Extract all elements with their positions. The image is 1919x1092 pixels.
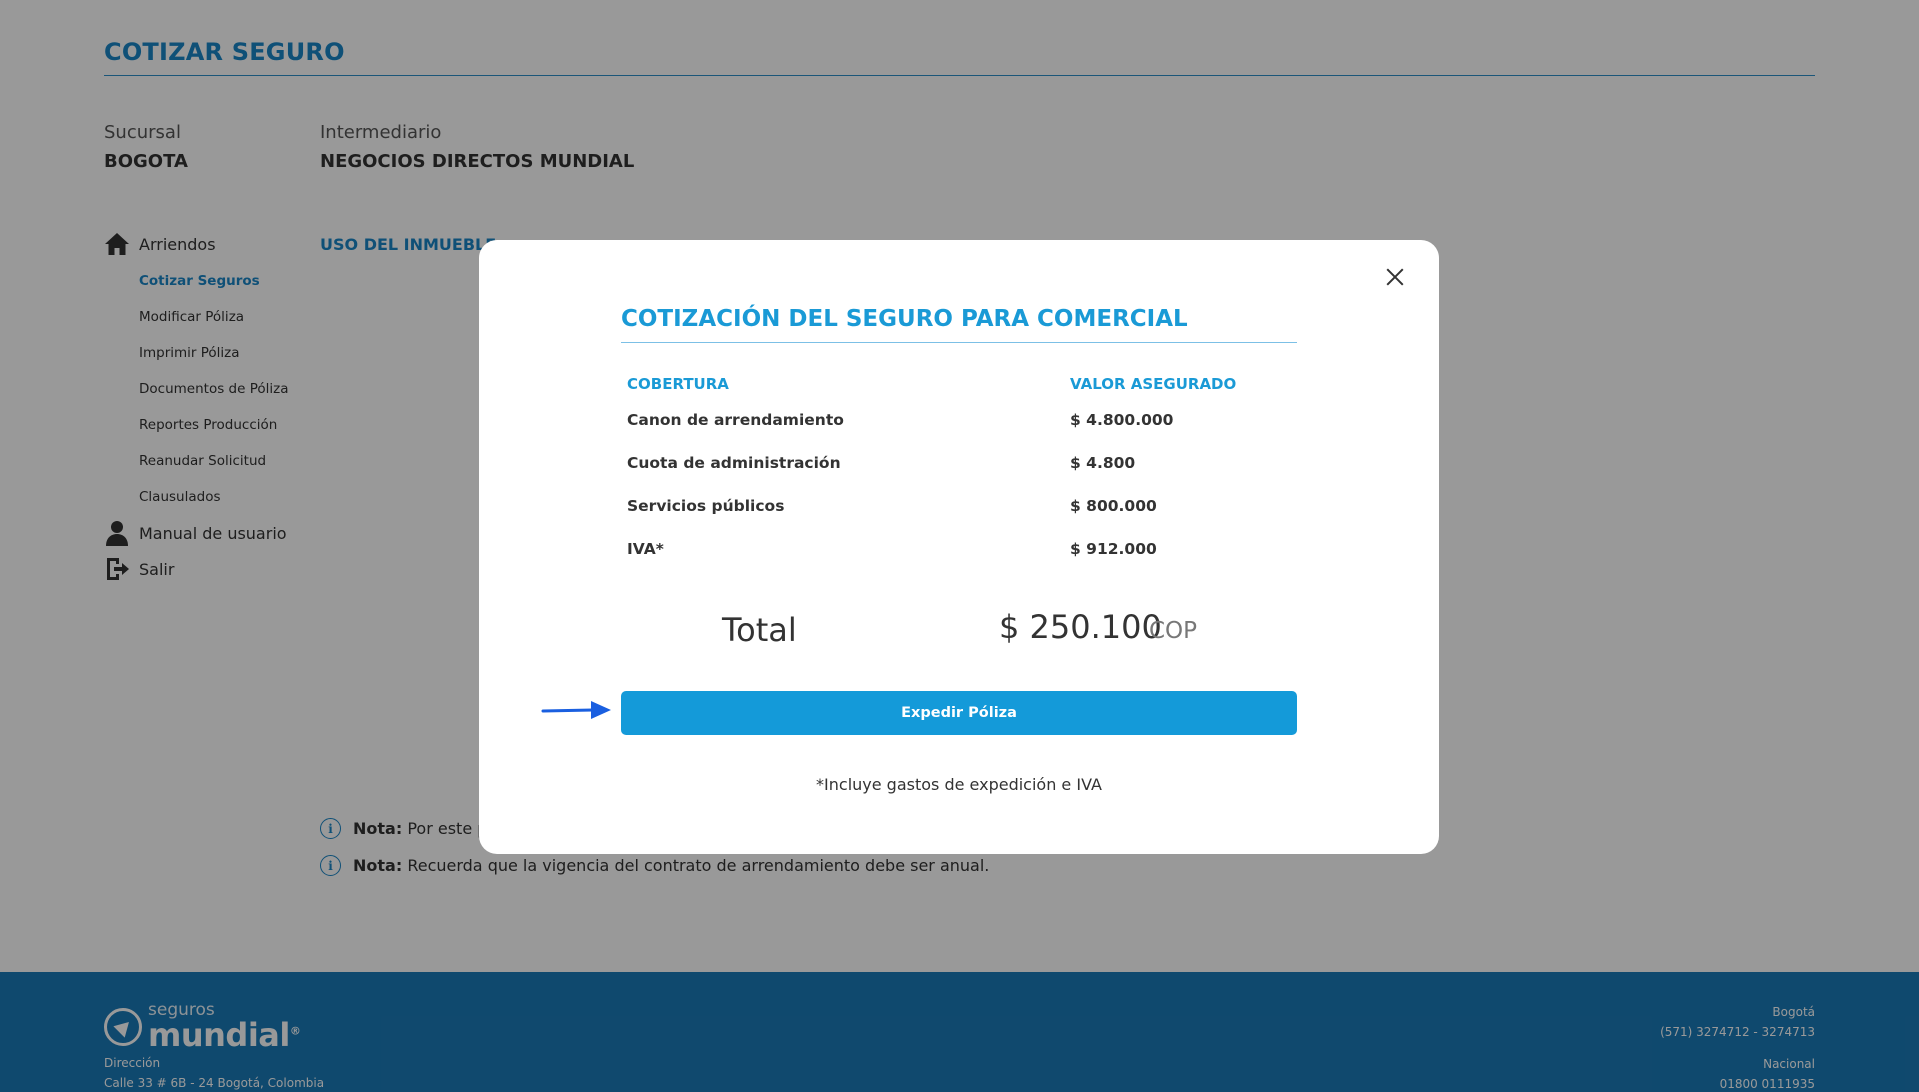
coverage-row-label: Canon de arrendamiento bbox=[627, 411, 844, 429]
coverage-row-value: $ 912.000 bbox=[1070, 540, 1157, 558]
expedir-poliza-button[interactable]: Expedir Póliza bbox=[621, 691, 1297, 735]
coverage-row-label: IVA* bbox=[627, 540, 664, 558]
coverage-row-value: $ 4.800 bbox=[1070, 454, 1136, 472]
modal-title: COTIZACIÓN DEL SEGURO PARA COMERCIAL bbox=[621, 306, 1188, 332]
coverage-row-label: Cuota de administración bbox=[627, 454, 841, 472]
coverage-row-label: Servicios públicos bbox=[627, 497, 785, 515]
quote-modal: COTIZACIÓN DEL SEGURO PARA COMERCIAL COB… bbox=[479, 240, 1439, 854]
modal-footnote: *Incluye gastos de expedición e IVA bbox=[816, 775, 1102, 794]
total-label: Total bbox=[722, 611, 797, 649]
coverage-row-value: $ 4.800.000 bbox=[1070, 411, 1174, 429]
modal-divider bbox=[621, 342, 1297, 343]
total-value: $ 250.100 bbox=[999, 608, 1162, 646]
arrow-right-icon bbox=[541, 701, 611, 719]
col-header-cobertura: COBERTURA bbox=[627, 375, 729, 393]
total-currency: COP bbox=[1149, 618, 1198, 644]
close-icon[interactable] bbox=[1383, 265, 1407, 289]
col-header-valor: VALOR ASEGURADO bbox=[1070, 375, 1237, 393]
coverage-row-value: $ 800.000 bbox=[1070, 497, 1157, 515]
